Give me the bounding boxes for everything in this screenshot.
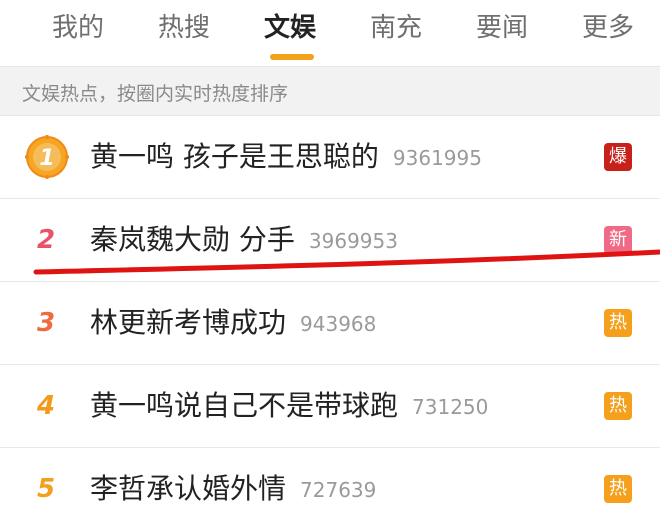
- heat-count: 731250: [412, 395, 489, 419]
- item-title-text: 李哲承认婚外情: [90, 472, 287, 505]
- heat-count: 943968: [300, 312, 377, 336]
- badge-hot: 热: [604, 309, 632, 337]
- tab-hot-search[interactable]: 热搜: [158, 8, 210, 48]
- item-title[interactable]: 秦岚魏大勋 分手 3969953: [90, 199, 398, 281]
- list-item[interactable]: 1 黄一鸣 孩子是王思聪的 9361995 爆: [0, 116, 660, 199]
- item-title-text: 黄一鸣说自己不是带球跑: [90, 389, 399, 422]
- list-description-bar: 文娱热点，按圈内实时热度排序: [0, 66, 660, 116]
- list-item[interactable]: 2 秦岚魏大勋 分手 3969953 新: [0, 199, 660, 282]
- item-title[interactable]: 黄一鸣 孩子是王思聪的 9361995: [90, 116, 482, 198]
- item-title-text: 林更新考博成功: [90, 306, 287, 339]
- rank-number: 2: [36, 225, 56, 255]
- heat-count: 3969953: [308, 229, 398, 253]
- badge-explosive: 爆: [604, 143, 632, 171]
- item-title-text: 秦岚魏大勋 分手: [90, 223, 295, 256]
- item-title[interactable]: 黄一鸣说自己不是带球跑 731250: [90, 365, 488, 447]
- item-title[interactable]: 李哲承认婚外情 727639: [90, 448, 376, 530]
- badge-new: 新: [604, 226, 632, 254]
- rank-number: 3: [36, 308, 56, 338]
- item-title[interactable]: 林更新考博成功 943968: [90, 282, 376, 364]
- active-tab-indicator: [270, 54, 314, 60]
- tab-more[interactable]: 更多: [582, 8, 634, 48]
- list-item[interactable]: 3 林更新考博成功 943968 热: [0, 282, 660, 365]
- item-title-text: 黄一鸣 孩子是王思聪的: [90, 140, 379, 173]
- tab-news[interactable]: 要闻: [476, 8, 528, 48]
- heat-count: 727639: [300, 478, 377, 502]
- top-tab-bar: 我的 热搜 文娱 南充 要闻 更多: [0, 0, 660, 66]
- rank-medal-icon: 1: [25, 135, 69, 179]
- rank-number: 5: [36, 474, 56, 504]
- hot-list: 1 黄一鸣 孩子是王思聪的 9361995 爆 2 秦岚魏大勋 分手 3969953…: [0, 116, 660, 530]
- badge-hot: 热: [604, 392, 632, 420]
- rank-number: 1: [39, 146, 54, 171]
- heat-count: 9361995: [392, 146, 482, 170]
- tab-mine[interactable]: 我的: [52, 8, 104, 48]
- list-item[interactable]: 5 李哲承认婚外情 727639 热: [0, 448, 660, 530]
- tab-nanchong[interactable]: 南充: [370, 8, 422, 48]
- list-description: 文娱热点，按圈内实时热度排序: [22, 83, 289, 105]
- badge-hot: 热: [604, 475, 632, 503]
- list-item[interactable]: 4 黄一鸣说自己不是带球跑 731250 热: [0, 365, 660, 448]
- tab-entertainment[interactable]: 文娱: [264, 8, 316, 48]
- rank-number: 4: [36, 391, 56, 421]
